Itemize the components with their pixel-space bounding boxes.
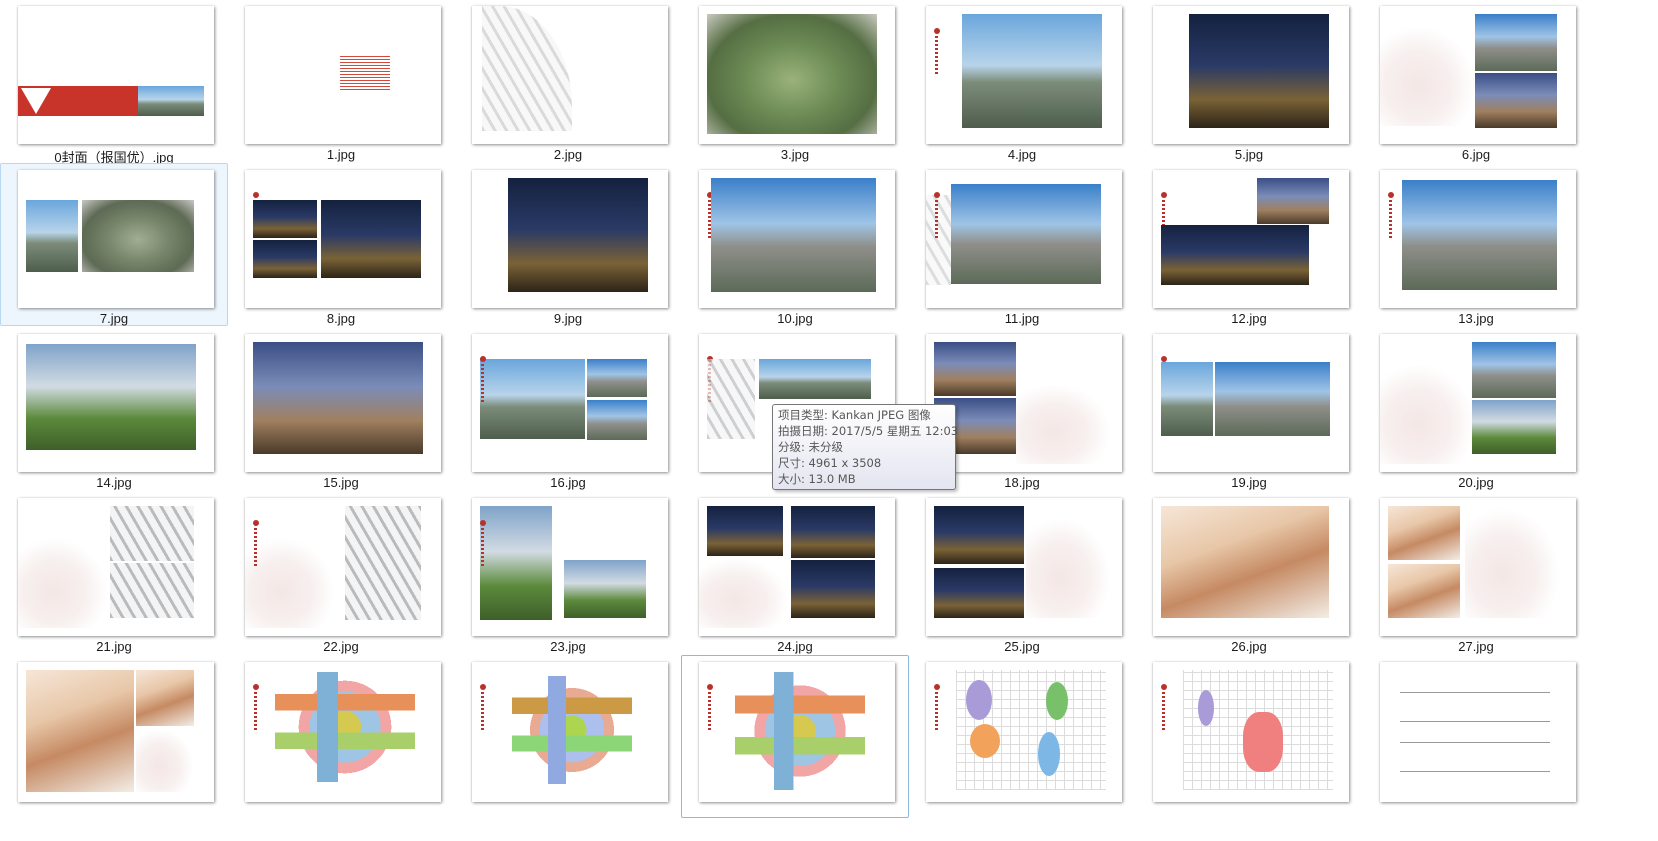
file-name: 15.jpg bbox=[323, 475, 359, 490]
file-item[interactable]: 0封面（报国优）.jpg bbox=[0, 0, 228, 165]
file-item[interactable]: 19.jpg bbox=[1135, 327, 1363, 490]
file-thumbnail[interactable] bbox=[699, 498, 895, 636]
file-thumbnail[interactable] bbox=[1380, 662, 1576, 802]
file-thumbnail[interactable] bbox=[245, 662, 441, 802]
file-name: 1.jpg bbox=[326, 147, 356, 162]
file-item[interactable]: 13.jpg bbox=[1362, 163, 1590, 326]
file-thumbnail[interactable] bbox=[699, 170, 895, 308]
file-thumbnail[interactable] bbox=[18, 170, 214, 308]
file-name: 19.jpg bbox=[1231, 475, 1267, 490]
file-item[interactable]: 22.jpg bbox=[227, 491, 455, 654]
file-thumbnail[interactable] bbox=[926, 170, 1122, 308]
file-thumbnail[interactable] bbox=[699, 6, 895, 144]
file-name: 21.jpg bbox=[96, 639, 132, 654]
file-thumbnail[interactable] bbox=[1153, 6, 1349, 144]
file-item[interactable]: 12.jpg bbox=[1135, 163, 1363, 326]
file-thumbnail[interactable] bbox=[1153, 334, 1349, 472]
tooltip-date: 拍摄日期: 2017/5/5 星期五 12:03 bbox=[778, 424, 959, 438]
file-name: 26.jpg bbox=[1231, 639, 1267, 654]
file-item[interactable]: 16.jpg bbox=[454, 327, 682, 490]
file-thumbnail[interactable] bbox=[1380, 334, 1576, 472]
file-item[interactable]: 20.jpg bbox=[1362, 327, 1590, 490]
file-item[interactable]: 10.jpg bbox=[681, 163, 909, 326]
file-name: 11.jpg bbox=[1004, 311, 1040, 326]
file-thumbnail[interactable] bbox=[926, 6, 1122, 144]
file-thumbnail[interactable] bbox=[1153, 170, 1349, 308]
file-item[interactable]: 21.jpg bbox=[0, 491, 228, 654]
file-item[interactable]: 8.jpg bbox=[227, 163, 455, 326]
file-thumbnail[interactable] bbox=[472, 170, 668, 308]
file-thumbnail[interactable] bbox=[926, 662, 1122, 802]
file-item[interactable]: 24.jpg bbox=[681, 491, 909, 654]
file-thumbnail[interactable] bbox=[1153, 662, 1349, 802]
file-thumbnail[interactable] bbox=[1380, 498, 1576, 636]
file-item[interactable] bbox=[908, 655, 1136, 818]
file-item[interactable]: 7.jpg bbox=[0, 163, 228, 326]
file-name: 7.jpg bbox=[99, 311, 129, 326]
file-item[interactable]: 14.jpg bbox=[0, 327, 228, 490]
file-thumbnail[interactable] bbox=[18, 498, 214, 636]
file-item[interactable] bbox=[454, 655, 682, 818]
tooltip-size: 大小: 13.0 MB bbox=[778, 472, 856, 486]
file-thumbnail[interactable] bbox=[926, 498, 1122, 636]
file-name: 10.jpg bbox=[777, 311, 813, 326]
file-name: 6.jpg bbox=[1461, 147, 1491, 162]
file-item[interactable]: 27.jpg bbox=[1362, 491, 1590, 654]
file-name: 13.jpg bbox=[1458, 311, 1494, 326]
file-item[interactable]: 26.jpg bbox=[1135, 491, 1363, 654]
file-thumbnail[interactable] bbox=[18, 334, 214, 472]
file-item[interactable]: 4.jpg bbox=[908, 0, 1136, 162]
file-thumbnail[interactable] bbox=[472, 662, 668, 802]
file-thumbnail[interactable] bbox=[472, 334, 668, 472]
file-thumbnail[interactable] bbox=[18, 6, 214, 144]
file-name: 22.jpg bbox=[323, 639, 359, 654]
file-name: 8.jpg bbox=[326, 311, 356, 326]
file-item[interactable]: 2.jpg bbox=[454, 0, 682, 162]
file-item[interactable]: 23.jpg bbox=[454, 491, 682, 654]
file-name: 3.jpg bbox=[780, 147, 810, 162]
file-name: 16.jpg bbox=[550, 475, 586, 490]
file-thumbnail[interactable] bbox=[1153, 498, 1349, 636]
file-thumbnail[interactable] bbox=[1380, 170, 1576, 308]
file-item[interactable]: 6.jpg bbox=[1362, 0, 1590, 162]
file-item[interactable] bbox=[1362, 655, 1590, 818]
tooltip-rating: 分级: 未分级 bbox=[778, 440, 844, 454]
file-name: 20.jpg bbox=[1458, 475, 1494, 490]
file-item[interactable] bbox=[681, 655, 909, 818]
tooltip-type: 项目类型: Kankan JPEG 图像 bbox=[778, 408, 931, 422]
file-thumbnail[interactable] bbox=[245, 170, 441, 308]
file-item[interactable]: 5.jpg bbox=[1135, 0, 1363, 162]
file-item[interactable]: 25.jpg bbox=[908, 491, 1136, 654]
file-name: 27.jpg bbox=[1458, 639, 1494, 654]
file-name: 5.jpg bbox=[1234, 147, 1264, 162]
file-thumbnail[interactable] bbox=[472, 6, 668, 144]
file-name: 9.jpg bbox=[553, 311, 583, 326]
file-item[interactable]: 1.jpg bbox=[227, 0, 455, 162]
file-item[interactable]: 15.jpg bbox=[227, 327, 455, 490]
tooltip-dimensions: 尺寸: 4961 x 3508 bbox=[778, 456, 882, 470]
file-item[interactable]: 9.jpg bbox=[454, 163, 682, 326]
file-thumbnail[interactable] bbox=[245, 334, 441, 472]
file-info-tooltip: 项目类型: Kankan JPEG 图像 拍摄日期: 2017/5/5 星期五 … bbox=[772, 404, 959, 490]
file-thumbnail[interactable] bbox=[699, 662, 895, 802]
file-thumbnail[interactable] bbox=[1380, 6, 1576, 144]
file-item[interactable]: 11.jpg bbox=[908, 163, 1136, 326]
file-thumbnail[interactable] bbox=[245, 498, 441, 636]
file-name: 4.jpg bbox=[1007, 147, 1037, 162]
file-item[interactable] bbox=[1135, 655, 1363, 818]
file-item[interactable]: 3.jpg bbox=[681, 0, 909, 162]
file-name: 2.jpg bbox=[553, 147, 583, 162]
file-name: 12.jpg bbox=[1231, 311, 1267, 326]
file-thumbnail[interactable] bbox=[245, 6, 441, 144]
file-item[interactable] bbox=[0, 655, 228, 818]
file-name: 23.jpg bbox=[550, 639, 586, 654]
file-name: 14.jpg bbox=[96, 475, 132, 490]
file-thumbnail[interactable] bbox=[472, 498, 668, 636]
file-item[interactable] bbox=[227, 655, 455, 818]
file-name: 25.jpg bbox=[1004, 639, 1040, 654]
file-thumbnail[interactable] bbox=[18, 662, 214, 802]
file-name: 24.jpg bbox=[777, 639, 813, 654]
